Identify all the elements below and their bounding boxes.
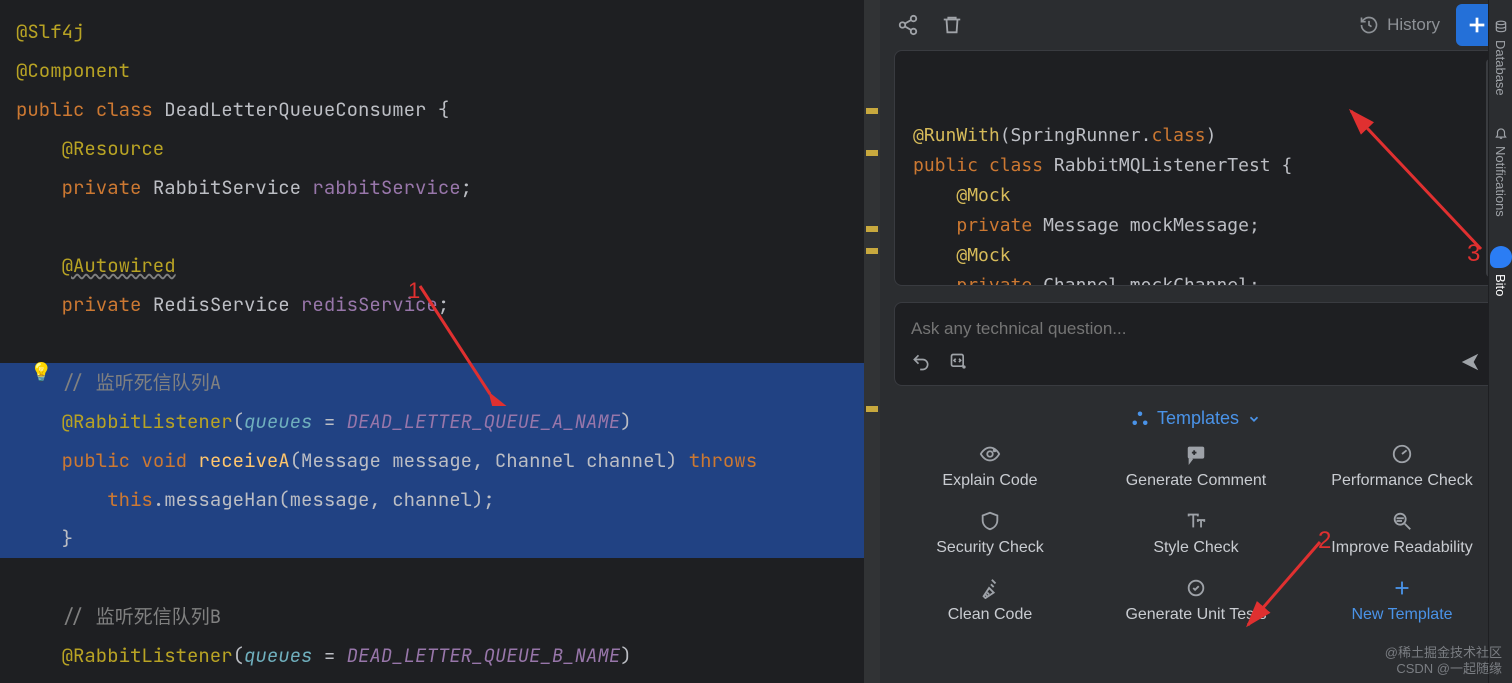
- code-line[interactable]: [0, 324, 880, 363]
- send-icon[interactable]: [1459, 351, 1481, 373]
- template-performance-check[interactable]: Performance Check: [1304, 443, 1500, 490]
- code-line[interactable]: // 监听死信队列B: [0, 597, 880, 636]
- code-line[interactable]: @Component: [0, 51, 880, 90]
- template-style-check[interactable]: Style Check: [1098, 510, 1294, 557]
- template-label: Security Check: [936, 539, 1044, 557]
- code-snippet-response[interactable]: @RunWith(SpringRunner.class)public class…: [894, 50, 1498, 286]
- warning-marker[interactable]: [866, 150, 878, 156]
- template-clean-code[interactable]: Clean Code: [892, 577, 1088, 624]
- side-tab-notifications[interactable]: Notifications: [1493, 126, 1508, 217]
- template-label: Style Check: [1153, 539, 1238, 557]
- code-line[interactable]: public class DeadLetterQueueConsumer {: [0, 90, 880, 129]
- broom-icon: [979, 577, 1001, 599]
- editor-marker-strip[interactable]: [864, 0, 880, 683]
- template-generate-comment[interactable]: Generate Comment: [1098, 443, 1294, 490]
- code-line[interactable]: [0, 558, 880, 597]
- snippet-line: private Channel mockChannel;: [913, 271, 1487, 286]
- code-line[interactable]: public void receiveA(Message message, Ch…: [0, 441, 880, 480]
- code-line[interactable]: this.messageHan(message, channel);: [0, 480, 880, 519]
- code-line[interactable]: @RabbitListener(queues = DEAD_LETTER_QUE…: [0, 636, 880, 675]
- text-icon: [1185, 510, 1207, 532]
- watermark: @稀土掘金技术社区 CSDN @一起随缘: [1385, 645, 1502, 677]
- chevron-down-icon: [1247, 412, 1261, 426]
- code-line[interactable]: }: [0, 519, 880, 558]
- side-tab-database[interactable]: Database: [1493, 20, 1508, 96]
- warning-marker[interactable]: [866, 248, 878, 254]
- code-context-icon[interactable]: [949, 352, 969, 372]
- side-tab-bito[interactable]: Bito: [1490, 246, 1512, 296]
- warning-marker[interactable]: [866, 226, 878, 232]
- search-icon: [1391, 510, 1413, 532]
- template-improve-readability[interactable]: Improve Readability: [1304, 510, 1500, 557]
- snippet-line: @Mock: [913, 181, 1487, 211]
- code-line[interactable]: @Slf4j: [0, 12, 880, 51]
- snippet-line: private Message mockMessage;: [913, 211, 1487, 241]
- question-input-box: [894, 302, 1498, 386]
- code-line[interactable]: // 监听死信队列A: [0, 363, 880, 402]
- plus-icon: [1391, 577, 1413, 599]
- code-line[interactable]: @RabbitListener(queues = DEAD_LETTER_QUE…: [0, 402, 880, 441]
- template-new-template[interactable]: New Template: [1304, 577, 1500, 624]
- database-icon: [1494, 20, 1508, 34]
- template-label: Improve Readability: [1331, 539, 1472, 557]
- bell-icon: [1494, 126, 1508, 140]
- snippet-line: public class RabbitMQListenerTest {: [913, 151, 1487, 181]
- shield-icon: [979, 510, 1001, 532]
- comment-icon: [1185, 443, 1207, 465]
- gauge-icon: [1391, 443, 1413, 465]
- warning-marker[interactable]: [866, 108, 878, 114]
- code-line[interactable]: private RabbitService rabbitService;: [0, 168, 880, 207]
- bito-icon: [1490, 246, 1512, 268]
- undo-icon[interactable]: [911, 352, 931, 372]
- history-button[interactable]: History: [1359, 15, 1440, 35]
- template-label: Generate Unit Tests: [1125, 606, 1266, 624]
- template-label: Clean Code: [948, 606, 1033, 624]
- templates-grid: Explain Code Generate Comment Performance …: [892, 443, 1500, 624]
- code-line[interactable]: @Resource: [0, 129, 880, 168]
- panel-toolbar: History: [880, 0, 1512, 50]
- code-editor[interactable]: @Slf4j@Componentpublic class DeadLetterQ…: [0, 0, 880, 683]
- template-label: Explain Code: [942, 472, 1037, 490]
- template-label: Generate Comment: [1126, 472, 1267, 490]
- warning-marker[interactable]: [866, 406, 878, 412]
- intention-bulb-icon[interactable]: 💡: [30, 362, 52, 383]
- ide-side-tabs: Database Notifications Bito: [1488, 0, 1512, 683]
- template-label: Performance Check: [1331, 472, 1472, 490]
- snippet-line: @Mock: [913, 241, 1487, 271]
- question-input[interactable]: [911, 313, 1481, 351]
- eye-icon: [979, 443, 1001, 465]
- templates-label: Templates: [1157, 408, 1239, 429]
- snippet-line: @RunWith(SpringRunner.class): [913, 121, 1487, 151]
- template-generate-unit-tests[interactable]: Generate Unit Tests: [1098, 577, 1294, 624]
- code-line[interactable]: [0, 207, 880, 246]
- template-label: New Template: [1351, 606, 1452, 624]
- template-security-check[interactable]: Security Check: [892, 510, 1088, 557]
- assistant-panel: History @RunWith(SpringRunner.class)publ…: [880, 0, 1512, 683]
- templates-header[interactable]: Templates: [880, 408, 1512, 429]
- share-icon[interactable]: [894, 11, 922, 39]
- badge-icon: [1185, 577, 1207, 599]
- plus-icon: [1466, 14, 1488, 36]
- trash-icon[interactable]: [938, 11, 966, 39]
- code-line[interactable]: @Autowired: [0, 246, 880, 285]
- history-icon: [1359, 15, 1379, 35]
- code-line[interactable]: private RedisService redisService;: [0, 285, 880, 324]
- templates-icon: [1131, 410, 1149, 428]
- history-label: History: [1387, 15, 1440, 35]
- template-explain-code[interactable]: Explain Code: [892, 443, 1088, 490]
